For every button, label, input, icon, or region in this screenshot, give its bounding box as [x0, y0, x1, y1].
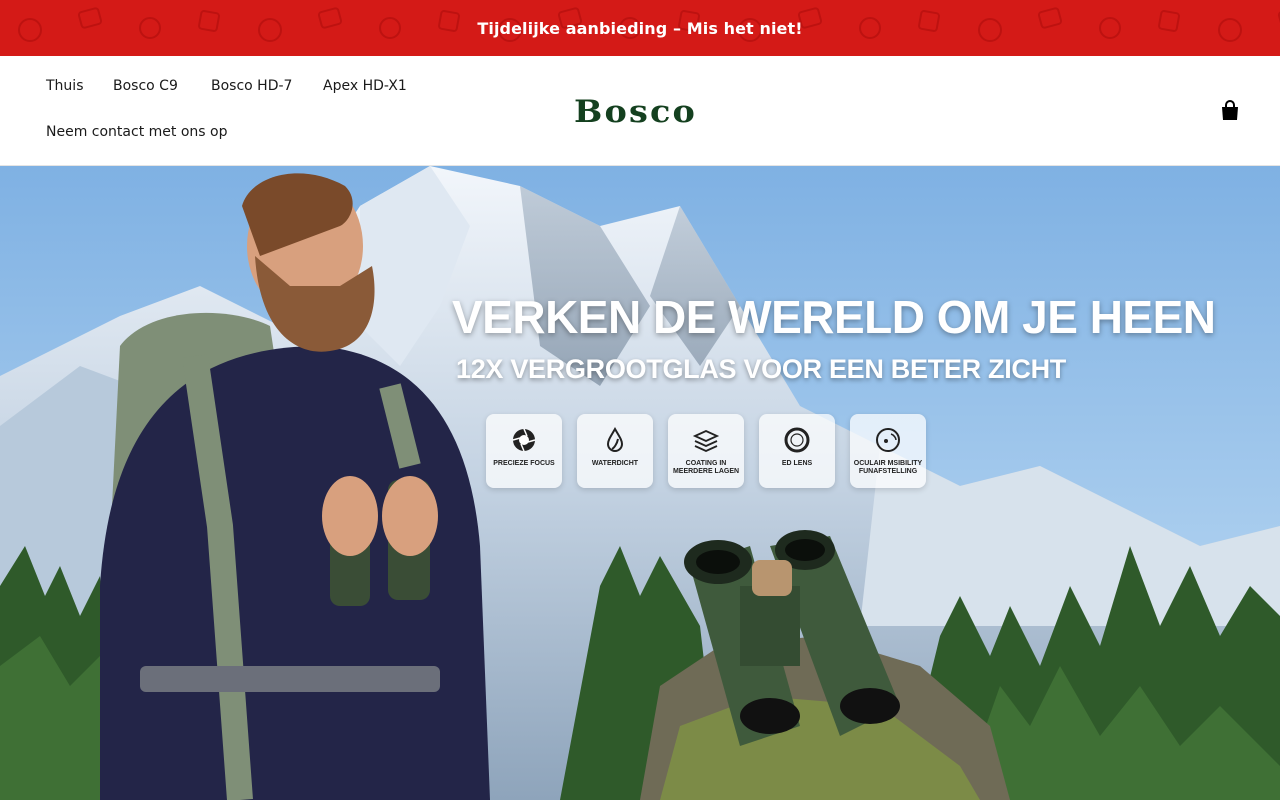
- shopping-bag-icon: [1222, 100, 1238, 120]
- feature-label: PRECIEZE FOCUS: [493, 460, 555, 467]
- feature-multi-coating: COATING IN MEERDERE LAGEN: [668, 414, 744, 488]
- nav-item-bosco-hd7[interactable]: Bosco HD-7: [211, 78, 292, 94]
- feature-waterproof: WATERDICHT: [577, 414, 653, 488]
- lens-icon: [784, 427, 810, 453]
- feature-label: COATING IN MEERDERE LAGEN: [672, 460, 740, 475]
- nav-item-bosco-c9[interactable]: Bosco C9: [113, 78, 178, 94]
- site-header: Thuis Bosco C9 Bosco HD-7 Apex HD-X1 Nee…: [0, 56, 1280, 166]
- layers-icon: [692, 430, 720, 452]
- aperture-icon: [512, 428, 536, 452]
- cart-button[interactable]: [1220, 100, 1240, 122]
- announcement-text: Tijdelijke aanbieding – Mis het niet!: [477, 18, 803, 38]
- hero-headline: VERKEN DE WERELD OM JE HEEN: [452, 291, 1216, 343]
- announcement-bar: Tijdelijke aanbieding – Mis het niet!: [0, 0, 1280, 56]
- site-logo[interactable]: Bosco: [574, 94, 697, 130]
- hero-banner: VERKEN DE WERELD OM JE HEEN 12X VERGROOT…: [0, 166, 1280, 800]
- feature-label: OCULAIR MSIBILITY FUNAFSTELLING: [853, 460, 923, 475]
- nav-item-thuis[interactable]: Thuis: [46, 78, 83, 94]
- feature-eyepiece: OCULAIR MSIBILITY FUNAFSTELLING: [850, 414, 926, 488]
- feature-ed-lens: ED LENS: [759, 414, 835, 488]
- feature-label: WATERDICHT: [591, 460, 639, 467]
- nav-item-apex-hdx1[interactable]: Apex HD-X1: [323, 78, 407, 94]
- hero-subline: 12X VERGROOTGLAS VOOR EEN BETER ZICHT: [456, 354, 1066, 384]
- feature-precise-focus: PRECIEZE FOCUS: [486, 414, 562, 488]
- water-drop-icon: [606, 426, 624, 452]
- nav-item-contact[interactable]: Neem contact met ons op: [46, 124, 227, 140]
- eyepiece-icon: [876, 428, 900, 452]
- feature-label: ED LENS: [781, 460, 813, 467]
